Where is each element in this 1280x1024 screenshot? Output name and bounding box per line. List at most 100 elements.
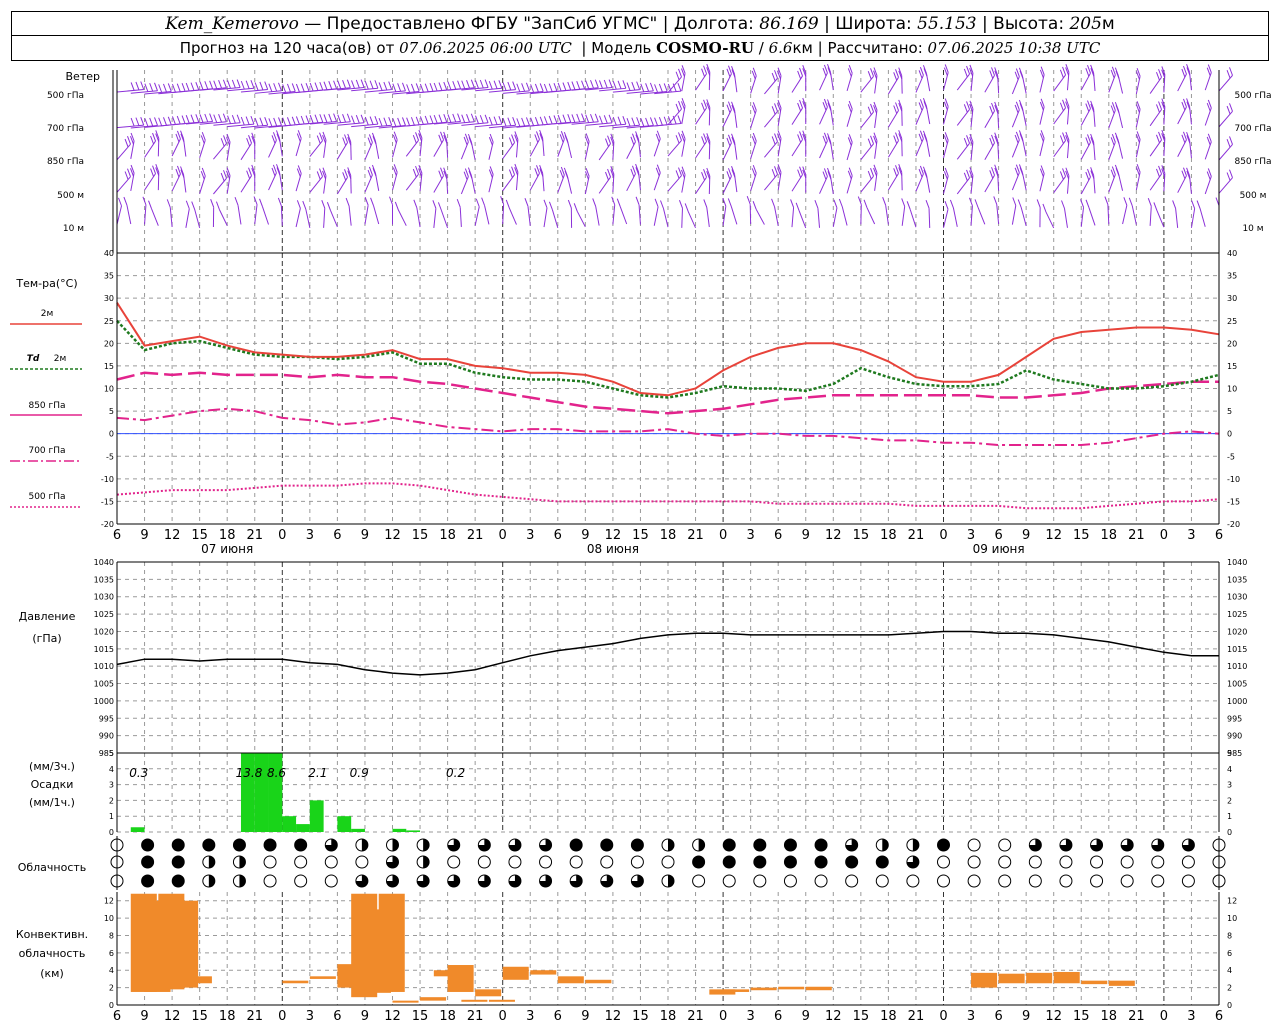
cloud-cover-symbol <box>1181 855 1195 869</box>
wind-feather <box>870 168 874 177</box>
wind-feather <box>1115 167 1120 177</box>
time-tick-label: 12 <box>605 528 622 543</box>
wind-barb <box>626 133 636 159</box>
wind-feather <box>437 202 442 211</box>
tick-label-left: 1010 <box>94 662 114 671</box>
wind-shaft <box>1020 207 1027 226</box>
wind-barb <box>584 167 590 195</box>
wind-feather <box>516 118 521 127</box>
cloud-cover-symbol <box>141 855 155 869</box>
wind-barb <box>922 65 931 92</box>
cloud-fill <box>239 875 246 887</box>
wind-barb <box>148 200 159 226</box>
wind-barb <box>180 166 187 193</box>
cloud-circle <box>906 874 920 888</box>
tick-label-left: 2 <box>109 796 114 805</box>
wind-feather <box>870 135 874 145</box>
wind-feather <box>1156 168 1160 178</box>
tick-label-left: 1020 <box>94 627 114 636</box>
wind-feather <box>1059 69 1064 78</box>
wind-feather <box>323 114 328 123</box>
cloud-circle <box>569 855 583 869</box>
wind-barb <box>635 196 641 225</box>
convective-bar <box>172 900 199 988</box>
time-tick-label: 18 <box>1101 528 1118 543</box>
time-tick-label-bottom: 6 <box>333 1009 341 1024</box>
wind-barb <box>199 79 227 91</box>
time-tick-label-bottom: 6 <box>774 1009 782 1024</box>
wind-barb <box>322 167 327 194</box>
wind-barb <box>420 81 448 94</box>
wind-feather <box>415 116 420 125</box>
precip-total-label: 8.6 <box>267 766 286 780</box>
wind-barb <box>276 130 283 157</box>
wind-barb <box>557 113 586 125</box>
cloud-cover-symbol <box>202 874 216 888</box>
tick-label-left: -15 <box>101 497 114 506</box>
wind-feather <box>594 113 599 122</box>
wind-barb <box>863 199 876 225</box>
wind-feather <box>319 132 323 141</box>
cloud-circle <box>998 855 1012 869</box>
wind-feather <box>678 100 682 110</box>
wind-barb <box>443 131 449 158</box>
precip-bar <box>296 824 310 832</box>
wind-shaft <box>667 76 682 93</box>
wind-feather <box>240 80 245 90</box>
wind-barb <box>226 133 231 161</box>
wind-feather <box>424 115 429 125</box>
wind-feather <box>291 116 296 125</box>
convective-bar <box>309 976 336 979</box>
wind-level-500hpa: 500 гПа <box>47 91 84 101</box>
cloud-cover-symbol <box>1181 874 1195 888</box>
wind-barb <box>750 132 757 159</box>
wind-shaft <box>1218 75 1233 92</box>
wind-shaft <box>475 123 502 128</box>
wind-feather <box>150 135 155 145</box>
cloud-cover-symbol <box>753 874 767 888</box>
wind-barb <box>922 130 931 157</box>
wind-feather <box>154 82 158 91</box>
precip-bar <box>268 753 283 832</box>
wind-barb <box>1053 132 1067 158</box>
convective-bar <box>502 966 529 980</box>
cloud-circle <box>937 874 950 888</box>
wind-feather <box>222 79 227 88</box>
wind-feather <box>991 167 995 176</box>
wind-shaft <box>860 143 874 161</box>
cloud-circle <box>753 874 767 888</box>
wind-shaft <box>1156 210 1165 228</box>
wind-barb <box>750 67 757 94</box>
wind-feather <box>240 116 245 126</box>
wind-shaft <box>126 204 132 225</box>
wind-barb <box>364 81 393 93</box>
wind-shaft <box>667 140 682 157</box>
wind-barb <box>1218 103 1233 128</box>
wind-barb <box>1218 169 1233 194</box>
convective-bar <box>530 970 557 975</box>
wind-barb <box>302 200 311 228</box>
convective-bar <box>750 987 777 991</box>
wind-barb <box>268 132 277 158</box>
wind-barb <box>943 167 949 194</box>
wind-barb <box>898 164 903 191</box>
wind-barb <box>1204 64 1212 91</box>
wind-barb <box>994 67 1000 94</box>
legend-t700-label: 700 гПа <box>28 446 65 456</box>
tick-label-left: 6 <box>109 949 114 958</box>
wind-feather <box>148 200 152 209</box>
wind-barb <box>524 198 531 226</box>
wind-feather <box>470 113 475 122</box>
wind-feather <box>314 114 319 123</box>
wind-shaft <box>619 206 628 225</box>
time-tick-label-bottom: 15 <box>412 1009 429 1024</box>
wind-feather <box>893 168 898 177</box>
wind-feather <box>635 196 640 206</box>
wind-shaft <box>295 208 301 228</box>
wind-barb <box>838 198 848 226</box>
wind-barb <box>802 97 807 125</box>
wind-feather <box>438 134 443 144</box>
wind-feather <box>631 133 636 142</box>
wind-barb <box>309 168 323 193</box>
wind-feather <box>1085 68 1090 77</box>
